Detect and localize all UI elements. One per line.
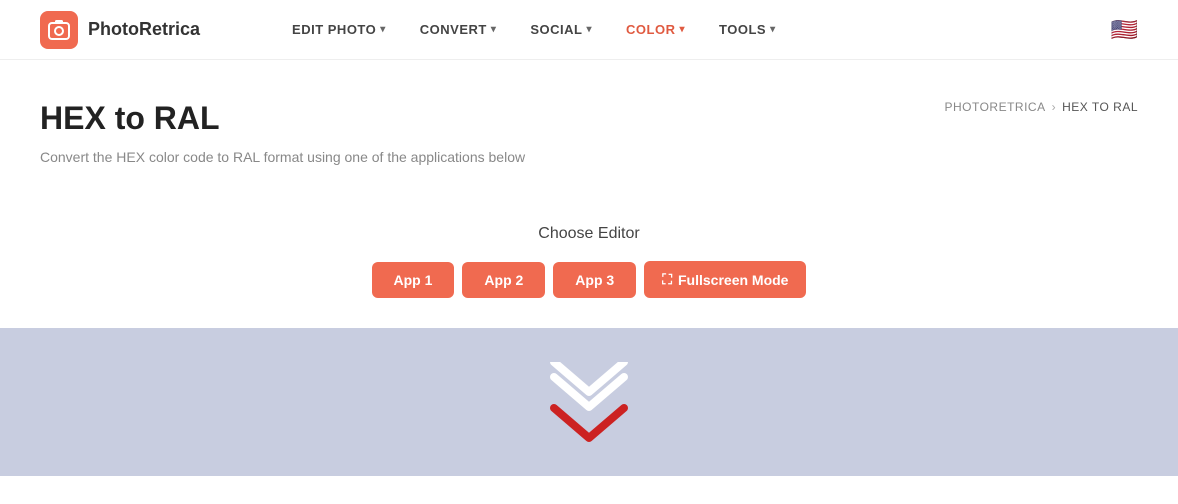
chevron-down-icon: ▾ — [770, 24, 776, 35]
nav-social[interactable]: SOCIAL ▾ — [518, 14, 604, 45]
main-content: PHOTORETRICA › HEX TO RAL HEX to RAL Con… — [0, 60, 1178, 328]
preview-area — [0, 328, 1178, 476]
breadcrumb-home[interactable]: PHOTORETRICA — [944, 100, 1045, 114]
language-flag[interactable]: 🇺🇸 — [1111, 17, 1138, 43]
app3-button[interactable]: App 3 — [553, 262, 636, 298]
fullscreen-button[interactable]: ⛶ Fullscreen Mode — [644, 261, 806, 298]
chevron-down-icon: ▾ — [491, 24, 497, 35]
nav-edit-photo[interactable]: EDIT PHOTO ▾ — [280, 14, 398, 45]
breadcrumb-separator: › — [1052, 100, 1057, 114]
logo[interactable]: PhotoRetrica — [40, 11, 200, 49]
chevron-down-icon: ▾ — [679, 24, 685, 35]
chevron-down-icon: ▾ — [380, 24, 386, 35]
nav-color[interactable]: COLOR ▾ — [614, 14, 697, 45]
editor-section: Choose Editor App 1 App 2 App 3 ⛶ Fullsc… — [40, 205, 1138, 328]
logo-text: PhotoRetrica — [88, 19, 200, 40]
breadcrumb: PHOTORETRICA › HEX TO RAL — [944, 100, 1138, 114]
chevron-down-icon: ▾ — [587, 24, 593, 35]
editor-buttons: App 1 App 2 App 3 ⛶ Fullscreen Mode — [372, 261, 807, 298]
app1-button[interactable]: App 1 — [372, 262, 455, 298]
chevron-red-bottom — [544, 403, 634, 443]
choose-editor-label: Choose Editor — [538, 225, 639, 243]
chevrons-animation — [544, 362, 634, 443]
fullscreen-icon: ⛶ — [662, 271, 672, 288]
main-nav: EDIT PHOTO ▾ CONVERT ▾ SOCIAL ▾ COLOR ▾ … — [280, 14, 1111, 45]
page-subtitle: Convert the HEX color code to RAL format… — [40, 149, 1138, 165]
nav-convert[interactable]: CONVERT ▾ — [408, 14, 509, 45]
app2-button[interactable]: App 2 — [462, 262, 545, 298]
nav-tools[interactable]: TOOLS ▾ — [707, 14, 788, 45]
breadcrumb-current: HEX TO RAL — [1062, 100, 1138, 114]
logo-icon — [40, 11, 78, 49]
